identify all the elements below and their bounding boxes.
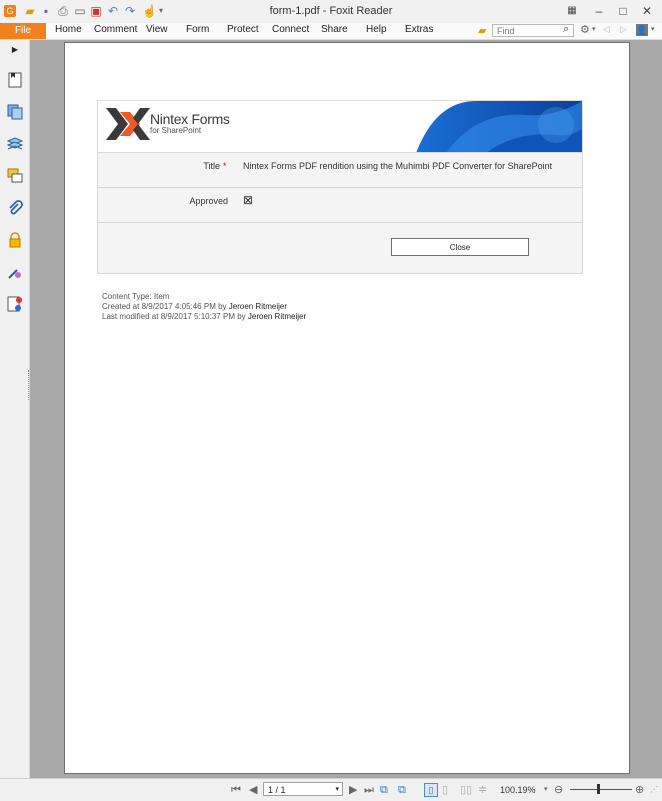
brand-name: Nintex Forms — [150, 111, 230, 127]
created-text: Created at 8/9/2017 4:05:46 PM by Jeroen… — [102, 302, 287, 311]
tab-form[interactable]: Form — [186, 24, 209, 35]
search-input[interactable]: Find — [492, 24, 574, 37]
next-view-icon[interactable]: ⧉ — [398, 783, 406, 797]
bookmark-icon[interactable] — [7, 72, 23, 88]
navigation-panel: ▶ — [0, 40, 30, 778]
tab-comment[interactable]: Comment — [94, 24, 137, 35]
zoom-dropdown-icon[interactable]: ▾ — [544, 783, 548, 797]
nintex-logo-icon — [106, 108, 150, 140]
tab-connect[interactable]: Connect — [272, 24, 309, 35]
tab-share[interactable]: Share — [321, 24, 348, 35]
attachment-icon[interactable] — [7, 200, 23, 216]
title-label: Title — [203, 161, 220, 171]
status-bar: ⏮ ◀ 1 / 1 ▾ ▶ ⏭ ⧉ ⧉ ▯ ▯ ▯▯ ≑ 100.19% ▾ ⊖ … — [0, 778, 662, 801]
zoom-in-icon[interactable]: ⊕ — [635, 783, 644, 797]
comments-icon[interactable] — [7, 168, 23, 184]
row-divider — [98, 222, 582, 223]
pages-thumbnail-icon[interactable] — [7, 104, 23, 120]
lock-icon[interactable] — [7, 232, 23, 248]
account-dropdown-icon[interactable]: ▾ — [651, 25, 655, 33]
single-page-view-icon[interactable]: ▯ — [424, 783, 438, 797]
content-type-text: Content Type: Item — [102, 292, 170, 301]
layers-icon[interactable] — [6, 136, 24, 152]
previous-view-icon[interactable]: ⧉ — [380, 783, 388, 797]
tab-file[interactable]: File — [0, 23, 46, 39]
title-value: Nintex Forms PDF rendition using the Muh… — [243, 161, 553, 171]
next-page-icon[interactable]: ▶ — [349, 783, 357, 797]
close-button[interactable]: Close — [391, 238, 529, 256]
facing-view-icon[interactable]: ▯▯ — [460, 783, 472, 797]
tab-help[interactable]: Help — [366, 24, 387, 35]
content-sign-icon[interactable] — [7, 296, 23, 312]
maximize-button[interactable]: □ — [616, 4, 630, 18]
continuous-view-icon[interactable]: ▯ — [442, 783, 448, 797]
find-folder-icon[interactable]: ▰ — [478, 24, 486, 37]
required-marker: * — [223, 161, 227, 171]
window-title: form-1.pdf - Foxit Reader — [269, 5, 393, 17]
brand-subtitle: for SharePoint — [150, 126, 202, 135]
close-window-button[interactable]: ✕ — [640, 4, 654, 18]
last-page-icon[interactable]: ⏭ — [364, 783, 374, 797]
row-divider — [98, 187, 582, 188]
title-bar: G ▰ ▪ ⎙ ▭ ▣ ↶ ↷ ☝ ▾ form-1.pdf - Foxit R… — [0, 0, 662, 24]
ribbon-tabs: File Home Comment View Form Protect Conn… — [0, 23, 662, 40]
banner-graphic — [416, 101, 582, 153]
approved-label: Approved — [189, 196, 228, 206]
zoom-out-icon[interactable]: ⊖ — [554, 783, 563, 797]
forward-icon[interactable]: ▷ — [620, 24, 627, 35]
tab-protect[interactable]: Protect — [227, 24, 259, 35]
gear-icon[interactable]: ⚙ — [580, 23, 590, 36]
settings-dropdown-icon[interactable]: ▾ — [592, 25, 596, 33]
zoom-slider-thumb[interactable] — [597, 784, 600, 794]
modified-text: Last modified at 8/9/2017 5:10:37 PM by … — [102, 312, 306, 321]
created-by: Jeroen Ritmeijer — [228, 302, 287, 311]
layout-icon[interactable]: ▦ — [565, 4, 579, 18]
tab-home[interactable]: Home — [55, 24, 82, 35]
page-dropdown-icon[interactable]: ▾ — [335, 783, 339, 797]
minimize-button[interactable]: – — [592, 4, 606, 18]
signature-icon[interactable] — [7, 264, 23, 280]
modified-prefix: Last modified at 8/9/2017 5:10:37 PM by — [102, 312, 248, 321]
back-icon[interactable]: ◁ — [603, 24, 610, 35]
tab-view[interactable]: View — [146, 24, 168, 35]
form-banner: Nintex Forms for SharePoint — [97, 100, 583, 154]
expand-panel-icon[interactable]: ▶ — [7, 42, 23, 58]
zoom-slider-track[interactable] — [570, 789, 632, 790]
previous-page-icon[interactable]: ◀ — [249, 783, 257, 797]
user-account-icon[interactable]: 👤 — [636, 24, 648, 36]
created-prefix: Created at 8/9/2017 4:05:46 PM by — [102, 302, 229, 311]
split-view-icon[interactable]: ≑ — [478, 783, 487, 797]
first-page-icon[interactable]: ⏮ — [231, 783, 241, 797]
page-number-value: 1 / 1 — [268, 785, 286, 795]
modified-by: Jeroen Ritmeijer — [247, 312, 307, 321]
search-icon[interactable]: ⌕ — [563, 23, 569, 36]
approved-checkbox[interactable]: ⊠ — [243, 193, 253, 207]
tab-extras[interactable]: Extras — [405, 24, 433, 35]
resize-grip-icon[interactable]: ⋰ — [650, 783, 658, 797]
zoom-level: 100.19% — [500, 785, 536, 795]
page-number-field[interactable]: 1 / 1 ▾ — [263, 782, 343, 796]
